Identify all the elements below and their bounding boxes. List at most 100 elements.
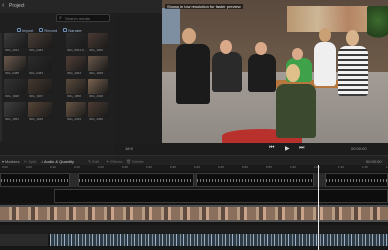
ruler-tick: 0:40 [194,165,200,169]
person-head [220,40,232,54]
thumbnail-caption: IMG_0488 [4,71,26,76]
tab-markers[interactable]: ▾ Markers [2,159,19,164]
media-search[interactable]: ⌕ [56,14,110,22]
person [276,84,316,138]
audio-clip[interactable] [196,173,314,187]
ruler-tick: 1:00 [290,165,296,169]
narrate-icon [63,28,68,32]
media-thumbnail[interactable]: IMG_2049 [66,102,86,122]
audio-clip[interactable] [325,173,388,187]
ruler-tick: 0:25 [122,165,128,169]
thumbnail-image [88,56,108,71]
media-side-strip [0,33,2,141]
ruler-tick: 0:05 [26,165,32,169]
thumbnail-image [4,33,26,48]
tab-effects[interactable]: ✦ Effects [106,159,123,164]
ruler-tick: 1:15 [362,165,368,169]
media-panel: ⌕ Import Record Narrate IMG_2021IMG_0484… [0,13,115,143]
audio-clip[interactable] [54,189,388,203]
preview-hint: Shows in low resolution for faster previ… [165,4,243,9]
thumbnail-image [88,102,108,117]
main-audio-track[interactable] [50,234,388,246]
video-preview[interactable]: Shows in low resolution for faster previ… [162,0,388,143]
media-thumbnail[interactable]: IMG_2050 [88,102,108,122]
skip-forward-icon[interactable]: ⏭ [299,145,304,152]
person-head [286,64,300,82]
skip-back-icon[interactable]: ⏮ [269,145,274,152]
media-thumbnail[interactable]: IMG_5641-6-2023-10-11 [66,33,86,53]
playhead[interactable] [318,165,319,250]
audio-icon: ♪ [41,159,43,164]
person-head [319,28,331,42]
media-thumbnail[interactable]: IMG_1850 [66,79,86,99]
media-thumbnail[interactable]: IMG_1848 [88,56,108,76]
audio-clip[interactable] [78,173,194,187]
media-thumbnail[interactable]: IMG_0488 [4,56,26,76]
ruler-tick: 0:45 [218,165,224,169]
thumbnail-caption: IMG_0483 [28,71,52,76]
thumbnail-image [4,79,26,94]
person [314,42,336,86]
person [338,46,368,96]
aspect-ratio-select[interactable]: 16:9 [125,146,133,151]
thumbnail-image [28,79,52,94]
tab-edit[interactable]: ✎ Edit [88,159,99,164]
ruler-tick: 1:10 [338,165,344,169]
person-head [292,48,303,60]
thumbnail-caption: IMG_5641-6-2023-10-11 [66,48,86,53]
media-thumbnail[interactable]: IMG_0483 [28,56,52,76]
chevron-left-icon[interactable]: ‹ [2,2,8,10]
thumbnail-caption: IMG_1844 [66,71,86,76]
thumbnail-caption: IMG_0484 [28,48,52,53]
ruler-tick: 0:50 [242,165,248,169]
thumbnail-image [88,33,108,48]
play-icon[interactable]: ▶ [285,145,290,152]
thumbnail-image [66,102,86,117]
media-thumbnail[interactable]: IMG_2021 [4,33,26,53]
ruler-tick: 0:00 [2,165,8,169]
marker-icon: ▾ [2,159,5,164]
ruler-tick: 0:35 [170,165,176,169]
media-thumbnail[interactable]: IMG_2048 [88,79,108,99]
video-track[interactable] [0,205,388,222]
ruler-tick: 0:55 [266,165,272,169]
ruler-tick: 0:30 [146,165,152,169]
preview-controls: 16:9 ⏮ ▶ ⏭ 00:00:00 [115,143,388,155]
thumbnail-image [28,56,52,71]
media-thumbnail[interactable]: IMG_1840 [88,33,108,53]
person [176,44,210,104]
audio-track-gap [0,234,48,246]
preview-plant [367,6,388,42]
preview-posters [287,6,379,32]
effects-icon: ✦ [106,159,110,164]
tab-delete[interactable]: 🗑 Delete [126,159,144,164]
thumbnail-caption: IMG_1847 [28,94,52,99]
preview-window [162,8,180,44]
media-thumbnail[interactable]: IMG_1849 [28,102,52,122]
waveform [197,179,313,182]
search-input[interactable] [65,15,109,21]
ruler-tick: 0:20 [98,165,104,169]
preview-timecode: 00:00:00 [351,146,367,151]
media-thumbnail[interactable]: IMG_1847 [28,79,52,99]
import-icon [17,28,21,32]
person [248,54,276,92]
timeline-tracks [0,171,388,250]
tab-audio-quantity[interactable]: ♪ Audio & Quantity [41,159,75,166]
media-thumbnail[interactable]: IMG_1844 [66,56,86,76]
media-thumbnail[interactable]: IMG_1848 [4,79,26,99]
thumbnail-caption: IMG_1849 [28,117,52,122]
thumbnail-caption: IMG_1851 [4,117,26,122]
ruler-tick: 0:15 [74,165,80,169]
waveform [1,179,69,182]
tab-split[interactable]: ✂ Split [24,159,36,164]
media-thumbnail[interactable]: IMG_0484 [28,33,52,53]
audio-clip[interactable] [0,173,70,187]
thumbnail-caption: IMG_1848 [4,94,26,99]
trash-icon: 🗑 [126,159,132,164]
project-title[interactable]: Project [9,3,25,9]
media-thumbnail[interactable]: IMG_1851 [4,102,26,122]
thumbnail-caption: IMG_2050 [88,117,108,122]
timeline-toolbar: ▾ Markers ✂ Split ♪ Audio & Quantity ✎ Edit … [0,155,388,166]
ruler-tick: 0:10 [50,165,56,169]
